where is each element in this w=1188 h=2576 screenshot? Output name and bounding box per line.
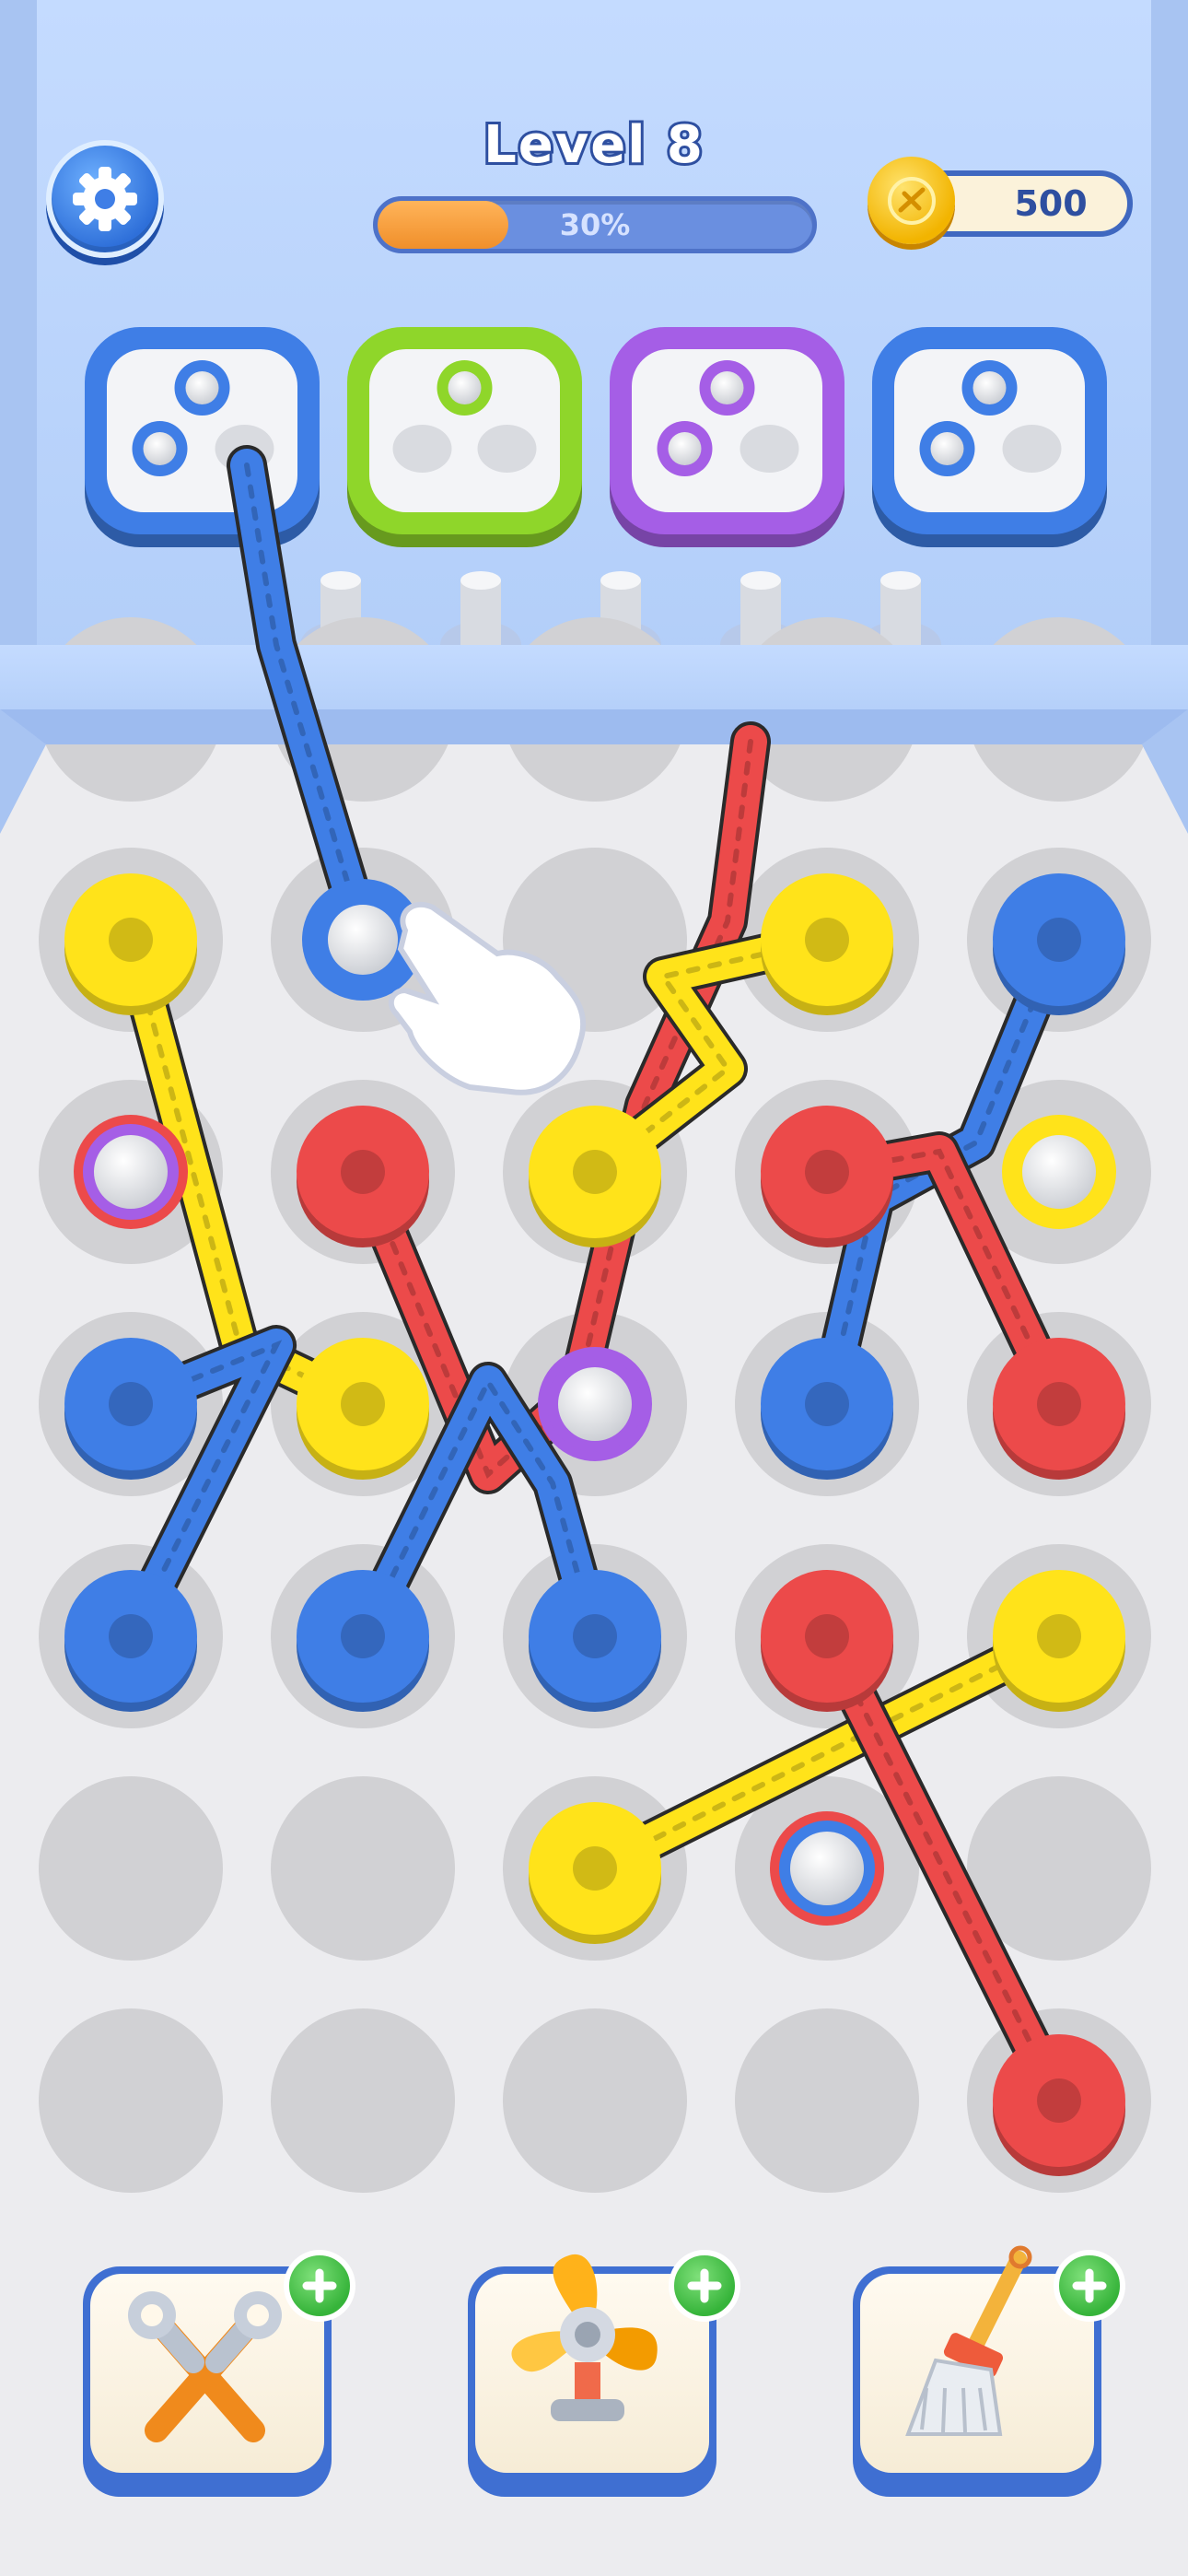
target-slot-empty bbox=[1002, 425, 1062, 473]
pin-hole bbox=[109, 918, 153, 962]
spare-peg-top bbox=[600, 571, 641, 590]
pin-purple-ring[interactable] bbox=[538, 1347, 652, 1461]
pin-yellow[interactable] bbox=[529, 1106, 661, 1247]
pin-peg bbox=[790, 1832, 864, 1905]
spare-peg-post bbox=[880, 580, 921, 645]
pin-hole bbox=[805, 1382, 849, 1426]
plus-icon bbox=[302, 2268, 337, 2303]
plus-icon bbox=[1072, 2268, 1107, 2303]
pin-red[interactable] bbox=[761, 1106, 893, 1247]
booster-fan-button[interactable] bbox=[468, 2250, 740, 2497]
target-slot-empty bbox=[740, 425, 799, 473]
pin-hole bbox=[341, 1382, 385, 1426]
pin-hole bbox=[341, 1614, 385, 1658]
booster-bar bbox=[0, 2245, 1188, 2524]
game-scene bbox=[0, 0, 1188, 2576]
pin-blue[interactable] bbox=[64, 1570, 197, 1712]
pin-yellow[interactable] bbox=[529, 1802, 661, 1944]
spare-peg-top bbox=[460, 571, 501, 590]
level-title: Level 8 bbox=[481, 112, 705, 178]
target-slot-peg bbox=[930, 432, 964, 465]
hud: Level 8 30% 500 bbox=[0, 0, 1188, 276]
pin-hole bbox=[573, 1150, 617, 1194]
board-hole bbox=[271, 2008, 455, 2193]
board-hole bbox=[39, 1776, 223, 1961]
pin-hole bbox=[805, 1614, 849, 1658]
target-slot-peg bbox=[448, 371, 482, 404]
settings-button[interactable] bbox=[46, 140, 164, 258]
target-slot-peg bbox=[668, 432, 702, 465]
pin-hole bbox=[109, 1614, 153, 1658]
pin-red[interactable] bbox=[993, 1338, 1125, 1480]
pin-hole bbox=[1037, 1382, 1081, 1426]
target-box-purple bbox=[610, 327, 844, 547]
wall-ledge bbox=[0, 709, 1188, 744]
target-slot-empty bbox=[392, 425, 452, 473]
target-box-green bbox=[347, 327, 582, 547]
board-hole bbox=[503, 2008, 687, 2193]
spare-peg-post bbox=[460, 580, 501, 645]
pin-hole bbox=[573, 1614, 617, 1658]
coin-amount: 500 bbox=[1014, 183, 1088, 224]
target-box-blue bbox=[872, 327, 1107, 547]
pin-yellow-ring[interactable] bbox=[1002, 1115, 1116, 1229]
target-slot-empty bbox=[477, 425, 537, 473]
pin-hole bbox=[1037, 1614, 1081, 1658]
pin-yellow[interactable] bbox=[297, 1338, 429, 1480]
pin-peg bbox=[1022, 1135, 1096, 1209]
spare-peg-top bbox=[320, 571, 361, 590]
pin-red[interactable] bbox=[761, 1570, 893, 1712]
booster-broom-button[interactable] bbox=[853, 2245, 1125, 2497]
pin-blue[interactable] bbox=[529, 1570, 661, 1712]
pin-red-purple-ring[interactable] bbox=[74, 1115, 188, 1229]
pin-yellow[interactable] bbox=[761, 873, 893, 1015]
pin-hole bbox=[341, 1150, 385, 1194]
pin-hole bbox=[1037, 2078, 1081, 2123]
target-slot-peg bbox=[973, 371, 1007, 404]
pin-hole bbox=[805, 918, 849, 962]
pin-hole bbox=[805, 1150, 849, 1194]
progress-percent: 30% bbox=[559, 207, 631, 242]
pin-peg bbox=[94, 1135, 168, 1209]
add-broom-button[interactable] bbox=[1054, 2250, 1125, 2322]
coin-icon bbox=[868, 157, 955, 244]
pin-yellow[interactable] bbox=[64, 873, 197, 1015]
pin-blue[interactable] bbox=[64, 1338, 197, 1480]
booster-tools-button[interactable] bbox=[83, 2250, 355, 2497]
broom-icon bbox=[905, 2245, 1032, 2436]
pin-red[interactable] bbox=[297, 1106, 429, 1247]
pin-hole bbox=[573, 1846, 617, 1891]
pin-red[interactable] bbox=[993, 2034, 1125, 2176]
pin-red-blue-ring[interactable] bbox=[770, 1811, 884, 1926]
spare-peg-top bbox=[740, 571, 781, 590]
gear-icon bbox=[73, 167, 137, 231]
target-box-blue bbox=[85, 327, 320, 547]
pin-hole bbox=[109, 1382, 153, 1426]
add-fan-button[interactable] bbox=[669, 2250, 740, 2322]
spare-peg-top bbox=[880, 571, 921, 590]
pin-blue[interactable] bbox=[297, 1570, 429, 1712]
board-hole bbox=[735, 2008, 919, 2193]
pin-peg bbox=[328, 905, 398, 975]
pin-hole bbox=[1037, 918, 1081, 962]
target-slot-peg bbox=[185, 371, 219, 404]
target-slot-peg bbox=[710, 371, 744, 404]
board-hole bbox=[39, 2008, 223, 2193]
pin-yellow[interactable] bbox=[993, 1570, 1125, 1712]
game-screen: Level 8 30% 500 bbox=[0, 0, 1188, 2576]
coin-emblem-icon bbox=[887, 176, 936, 225]
tools-icon bbox=[128, 2291, 282, 2442]
add-tools-button[interactable] bbox=[284, 2250, 355, 2322]
target-slot-peg bbox=[143, 432, 177, 465]
board-hole bbox=[271, 1776, 455, 1961]
level-progress-bar: 30% bbox=[373, 196, 817, 253]
plus-icon bbox=[687, 2268, 722, 2303]
pin-peg bbox=[558, 1367, 632, 1441]
fan-icon bbox=[511, 2254, 658, 2421]
pin-blue[interactable] bbox=[761, 1338, 893, 1480]
pin-blue[interactable] bbox=[993, 873, 1125, 1015]
